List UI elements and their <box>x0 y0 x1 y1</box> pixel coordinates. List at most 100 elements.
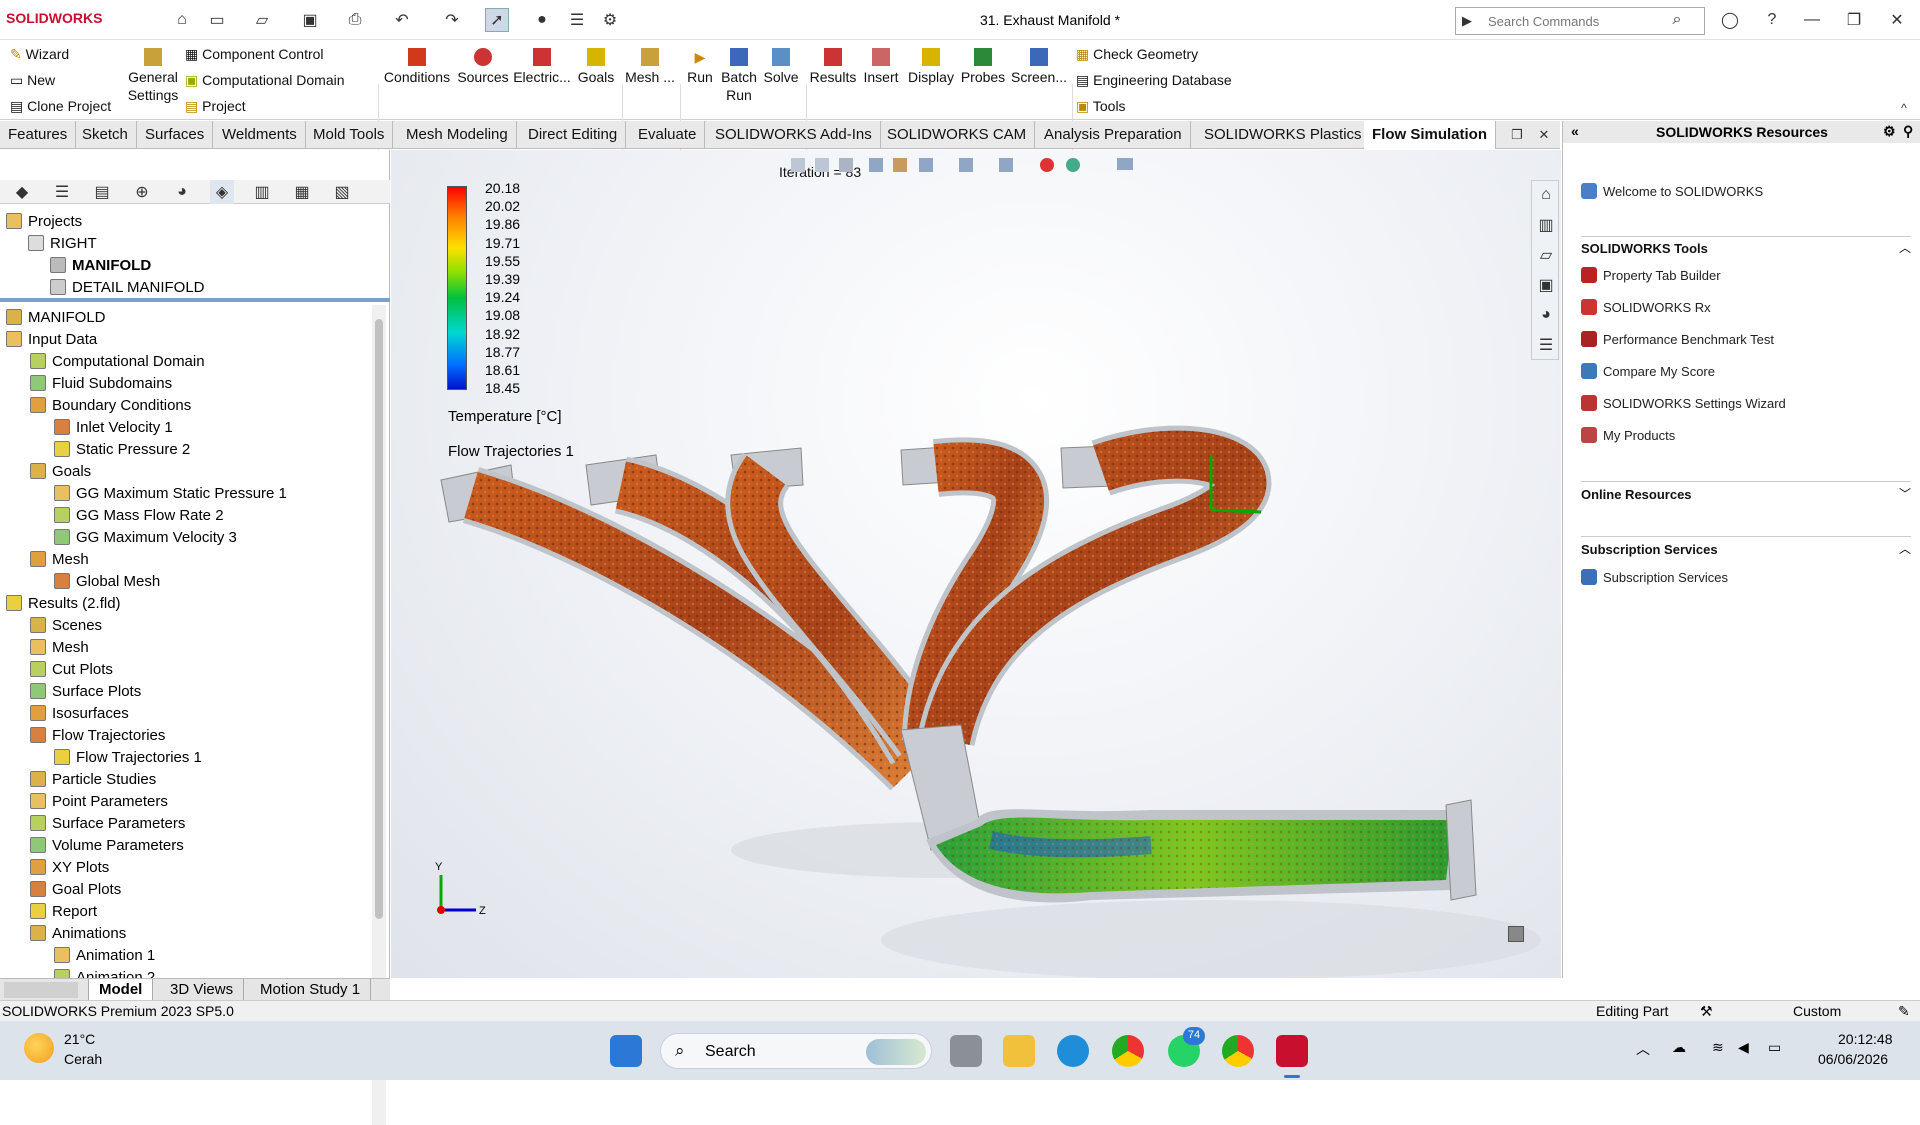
chrome-browser-icon[interactable] <box>1112 1035 1144 1067</box>
tab-model[interactable]: Model <box>88 979 154 1000</box>
view-cube-icon[interactable] <box>1508 926 1524 942</box>
user-account-icon[interactable]: ◯ <box>1718 8 1742 32</box>
tab-features[interactable]: Features <box>0 121 77 149</box>
tab-motion-study[interactable]: Motion Study 1 <box>250 979 372 1000</box>
onedrive-cloud-icon[interactable]: ☁ <box>1672 1039 1686 1056</box>
tab-sketch[interactable]: Sketch <box>74 121 137 149</box>
tree-item[interactable]: Animation 1 <box>54 944 155 966</box>
tab-scroll-arrows[interactable] <box>4 982 78 998</box>
tool-link[interactable]: Performance Benchmark Test <box>1581 331 1774 347</box>
collapse-pane-icon[interactable]: « <box>1571 123 1579 139</box>
tree-item[interactable]: Computational Domain <box>30 350 205 372</box>
projects-root[interactable]: Projects <box>6 210 82 232</box>
tools-button[interactable]: ▣ Tools <box>1076 98 1126 115</box>
tree-item[interactable]: Results (2.fld) <box>6 592 121 614</box>
general-settings-button[interactable]: General Settings <box>124 48 182 104</box>
tool-link[interactable]: Compare My Score <box>1581 363 1715 379</box>
tool-link[interactable]: My Products <box>1581 427 1675 443</box>
tree-item[interactable]: Flow Trajectories 1 <box>54 746 202 768</box>
clock-date[interactable]: 06/06/2026 <box>1818 1051 1888 1067</box>
tree-item[interactable]: Goals <box>30 460 91 482</box>
tree-item[interactable]: Isosurfaces <box>30 702 129 724</box>
tab-3d-views[interactable]: 3D Views <box>160 979 245 1000</box>
feature-manager-icon[interactable]: ◆ <box>10 180 34 204</box>
taskbar-search-box[interactable]: ⌕ Search <box>660 1033 932 1069</box>
probes-button[interactable]: Probes <box>958 48 1008 86</box>
engineering-database-button[interactable]: ▤ Engineering Database <box>1076 72 1232 89</box>
design-library-icon[interactable]: ▥ <box>1534 213 1558 237</box>
screen-button[interactable]: Screen... <box>1008 48 1070 86</box>
project-button[interactable]: ▤ Project <box>185 98 246 115</box>
subscription-services-link[interactable]: Subscription Services <box>1581 569 1728 585</box>
tree-item[interactable]: Boundary Conditions <box>30 394 191 416</box>
search-icon[interactable]: ⌕ <box>1665 8 1689 32</box>
tool-link[interactable]: SOLIDWORKS Settings Wizard <box>1581 395 1786 411</box>
tab-solidworks-plastics[interactable]: SOLIDWORKS Plastics <box>1196 121 1371 149</box>
open-folder-icon[interactable]: ▱ <box>250 8 274 32</box>
tree-item[interactable]: Surface Plots <box>30 680 141 702</box>
restore-tab-icon[interactable]: ❐ <box>1505 123 1529 147</box>
volume-icon[interactable]: ◀ <box>1738 1039 1749 1056</box>
undo-icon[interactable]: ↶ <box>390 8 414 32</box>
tooltip-help-icon[interactable]: ✎ <box>1898 1003 1910 1020</box>
custom-properties-icon[interactable]: ☰ <box>1534 333 1558 357</box>
computational-domain-button[interactable]: ▣ Computational Domain <box>185 72 345 89</box>
tree-item[interactable]: XY Plots <box>30 856 109 878</box>
tab-mesh-modeling[interactable]: Mesh Modeling <box>398 121 517 149</box>
start-windows-icon[interactable] <box>610 1035 642 1067</box>
tab-analysis-preparation[interactable]: Analysis Preparation <box>1036 121 1191 149</box>
view-palette-icon[interactable]: ▣ <box>1534 273 1558 297</box>
electric-button[interactable]: Electric... <box>512 48 572 86</box>
flow-simulation-tree-icon[interactable]: ◈ <box>210 180 234 204</box>
file-properties-icon[interactable]: ☰ <box>565 8 589 32</box>
mesh-button[interactable]: Mesh ... <box>624 48 676 86</box>
tab-flow-simulation[interactable]: Flow Simulation <box>1364 121 1496 149</box>
tree-item[interactable]: Animations <box>30 922 126 944</box>
config-right[interactable]: RIGHT <box>28 232 97 254</box>
tree-item[interactable]: Input Data <box>6 328 97 350</box>
battery-icon[interactable]: ▭ <box>1768 1039 1781 1056</box>
clone-project-button[interactable]: ▤ Clone Project <box>10 98 111 115</box>
weather-temp[interactable]: 21°C <box>64 1031 95 1047</box>
splitter[interactable] <box>0 298 390 302</box>
batch-run-button[interactable]: Batch Run <box>718 48 760 104</box>
tree-item[interactable]: Global Mesh <box>54 570 160 592</box>
display-manager-icon[interactable]: ◕ <box>170 180 194 204</box>
tool-link[interactable]: Property Tab Builder <box>1581 267 1721 283</box>
tab-evaluate[interactable]: Evaluate <box>630 121 706 149</box>
rebuild-status-icon[interactable]: ⚒ <box>1700 1003 1713 1020</box>
display-button[interactable]: Display <box>904 48 958 86</box>
tab-solidworks-addins[interactable]: SOLIDWORKS Add-Ins <box>707 121 881 149</box>
tool-link[interactable]: SOLIDWORKS Rx <box>1581 299 1711 315</box>
file-explorer-taskbar-icon[interactable] <box>1003 1035 1035 1067</box>
tree-item[interactable]: Inlet Velocity 1 <box>54 416 173 438</box>
subscription-section-title[interactable]: Subscription Services <box>1581 542 1718 557</box>
tree-item[interactable]: GG Maximum Static Pressure 1 <box>54 482 287 504</box>
home-icon[interactable]: ⌂ <box>170 8 194 32</box>
settings-gear-icon[interactable]: ⚙ <box>1883 123 1896 140</box>
cam-feature-tree-icon[interactable]: ▥ <box>250 180 274 204</box>
cam-operation-tree-icon[interactable]: ▦ <box>290 180 314 204</box>
rebuild-icon[interactable]: ● <box>530 8 554 32</box>
tab-surfaces[interactable]: Surfaces <box>137 121 214 149</box>
tree-item[interactable]: Surface Parameters <box>30 812 185 834</box>
solve-button[interactable]: Solve <box>760 48 802 86</box>
tree-item[interactable]: Cut Plots <box>30 658 113 680</box>
resources-home-icon[interactable]: ⌂ <box>1534 183 1558 207</box>
tree-item[interactable]: Flow Trajectories <box>30 724 165 746</box>
appearances-icon[interactable]: ◕ <box>1534 303 1558 327</box>
tab-mold-tools[interactable]: Mold Tools <box>305 121 394 149</box>
select-pointer-icon[interactable]: ➚ <box>485 8 509 32</box>
close-tab-icon[interactable]: ✕ <box>1532 123 1556 147</box>
tab-direct-editing[interactable]: Direct Editing <box>520 121 627 149</box>
save-icon[interactable]: ▣ <box>298 8 322 32</box>
exhaust-manifold-model[interactable]: Y Z <box>391 150 1561 978</box>
online-resources-title[interactable]: Online Resources <box>1581 487 1692 502</box>
chrome-profile-icon[interactable] <box>1222 1035 1254 1067</box>
configuration-manager-icon[interactable]: ▤ <box>90 180 114 204</box>
solidworks-taskbar-icon[interactable] <box>1276 1035 1308 1067</box>
component-control-button[interactable]: ▦ Component Control <box>185 46 324 63</box>
tools-section-title[interactable]: SOLIDWORKS Tools <box>1581 241 1708 256</box>
scrollbar-thumb[interactable] <box>375 319 383 919</box>
tree-item[interactable]: Fluid Subdomains <box>30 372 172 394</box>
